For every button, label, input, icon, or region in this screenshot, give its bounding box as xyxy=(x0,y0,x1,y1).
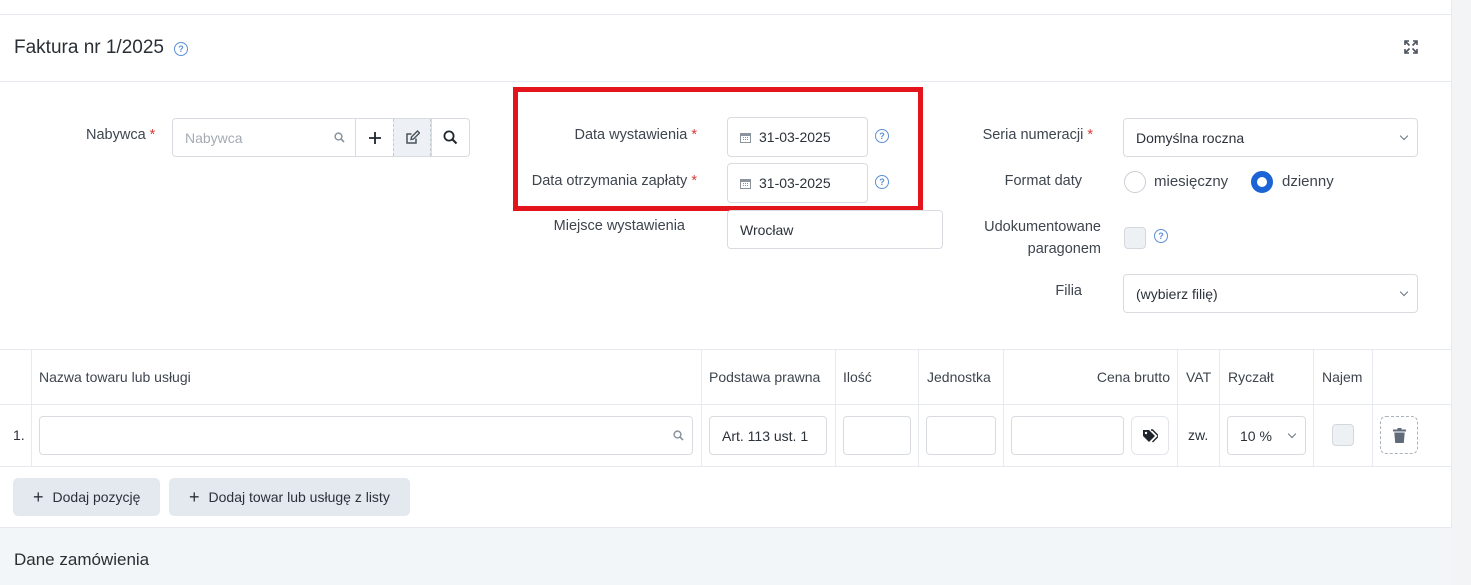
section-title: Dane zamówienia xyxy=(14,550,150,569)
add-buyer-button[interactable] xyxy=(355,119,393,156)
expand-icon[interactable] xyxy=(1403,39,1419,55)
col-vat: VAT xyxy=(1186,369,1212,385)
item-name-input[interactable] xyxy=(39,416,693,455)
numbering-value: Domyślna roczna xyxy=(1136,129,1245,146)
required-mark: * xyxy=(1087,127,1093,143)
tags-icon xyxy=(1143,428,1158,442)
column-divider xyxy=(1177,350,1178,467)
row-index: 1. xyxy=(13,427,25,443)
add-position-button[interactable]: + Dodaj pozycję xyxy=(13,478,161,516)
column-divider xyxy=(31,350,32,467)
add-from-list-button[interactable]: + Dodaj towar lub usługę z listy xyxy=(169,478,410,516)
numbering-label-text: Seria numeracji xyxy=(982,127,1084,143)
required-mark: * xyxy=(149,127,156,143)
column-divider xyxy=(918,350,919,467)
flat-rate-value: 10 % xyxy=(1240,427,1272,444)
add-position-label: Dodaj pozycję xyxy=(52,489,141,505)
chevron-down-icon xyxy=(1399,287,1409,297)
col-flat-rate: Ryczałt xyxy=(1228,369,1274,385)
buyer-label-text: Nabywca xyxy=(86,127,146,143)
branch-value: (wybierz filię) xyxy=(1136,285,1218,302)
trash-icon xyxy=(1392,427,1406,443)
add-from-list-label: Dodaj towar lub usługę z listy xyxy=(208,489,390,505)
column-divider xyxy=(701,350,702,467)
chevron-down-icon xyxy=(1287,429,1297,439)
col-rent: Najem xyxy=(1322,369,1363,385)
gross-price-input[interactable] xyxy=(1011,416,1124,455)
edit-buyer-button[interactable] xyxy=(393,119,431,156)
receipt-label-line1: Udokumentowane xyxy=(984,219,1101,235)
col-quantity: Ilość xyxy=(843,369,872,385)
buyer-input[interactable]: Nabywca xyxy=(172,118,356,157)
legal-basis-value: Art. 113 ust. 1 xyxy=(722,427,809,444)
column-divider xyxy=(835,350,836,467)
receipt-checkbox[interactable] xyxy=(1124,227,1146,249)
price-tag-button[interactable] xyxy=(1131,416,1169,455)
form-header: Faktura nr 1/2025 ? xyxy=(0,15,1452,82)
find-buyer-button[interactable] xyxy=(431,119,469,156)
delete-row-button[interactable] xyxy=(1380,416,1418,454)
column-divider xyxy=(1003,350,1004,467)
col-gross-price: Cena brutto xyxy=(1096,369,1170,385)
radio-daily[interactable] xyxy=(1251,171,1273,193)
question-icon[interactable]: ? xyxy=(1154,229,1168,243)
plus-icon xyxy=(368,131,381,144)
legal-basis-input[interactable]: Art. 113 ust. 1 xyxy=(709,416,827,455)
page-title: Faktura nr 1/2025 xyxy=(14,37,164,58)
buyer-placeholder: Nabywca xyxy=(185,129,243,146)
plus-icon: + xyxy=(33,487,44,507)
flat-rate-select[interactable]: 10 % xyxy=(1227,416,1306,455)
place-value: Wrocław xyxy=(740,221,794,238)
branch-select[interactable]: (wybierz filię) xyxy=(1123,274,1418,313)
order-data-section: Dane zamówienia xyxy=(0,527,1452,585)
numbering-label: Seria numeracji * xyxy=(983,127,1093,143)
place-input[interactable]: Wrocław xyxy=(727,210,943,249)
plus-icon: + xyxy=(189,487,200,507)
invoice-form: Faktura nr 1/2025 ? Nabywca * Nabywca Da… xyxy=(0,0,1452,585)
date-format-label: Format daty xyxy=(1004,173,1082,189)
radio-monthly[interactable] xyxy=(1124,171,1146,193)
buyer-label: Nabywca * xyxy=(86,127,155,143)
col-unit: Jednostka xyxy=(927,369,991,385)
col-legal-basis: Podstawa prawna xyxy=(709,369,821,385)
column-divider xyxy=(1372,350,1373,467)
chevron-down-icon xyxy=(1399,131,1409,141)
magnifier-icon xyxy=(443,130,458,145)
rent-checkbox[interactable] xyxy=(1332,424,1354,446)
search-icon xyxy=(334,132,345,143)
place-label: Miejsce wystawienia xyxy=(553,218,685,234)
scrollbar-track[interactable] xyxy=(1452,0,1471,585)
radio-monthly-label[interactable]: miesięczny xyxy=(1154,173,1228,190)
branch-label: Filia xyxy=(1055,283,1082,299)
search-icon xyxy=(673,430,684,441)
numbering-select[interactable]: Domyślna roczna xyxy=(1123,118,1418,157)
column-divider xyxy=(1313,350,1314,467)
radio-daily-label[interactable]: dzienny xyxy=(1282,173,1334,190)
vat-value: zw. xyxy=(1188,427,1209,443)
buyer-actions xyxy=(355,118,470,157)
receipt-label-line2: paragonem xyxy=(1027,241,1101,257)
edit-icon xyxy=(405,130,420,144)
column-divider xyxy=(1219,350,1220,467)
items-table-header: Nazwa towaru lub usługi Podstawa prawna … xyxy=(0,349,1452,405)
date-highlight-box xyxy=(513,87,923,211)
question-icon[interactable]: ? xyxy=(174,42,188,56)
col-name: Nazwa towaru lub usługi xyxy=(39,369,191,385)
quantity-input[interactable] xyxy=(843,416,911,455)
receipt-label: Udokumentowane paragonem xyxy=(984,216,1101,260)
table-row: 1. Art. 113 ust. 1 zw. 10 % xyxy=(0,405,1452,467)
unit-input[interactable] xyxy=(926,416,996,455)
